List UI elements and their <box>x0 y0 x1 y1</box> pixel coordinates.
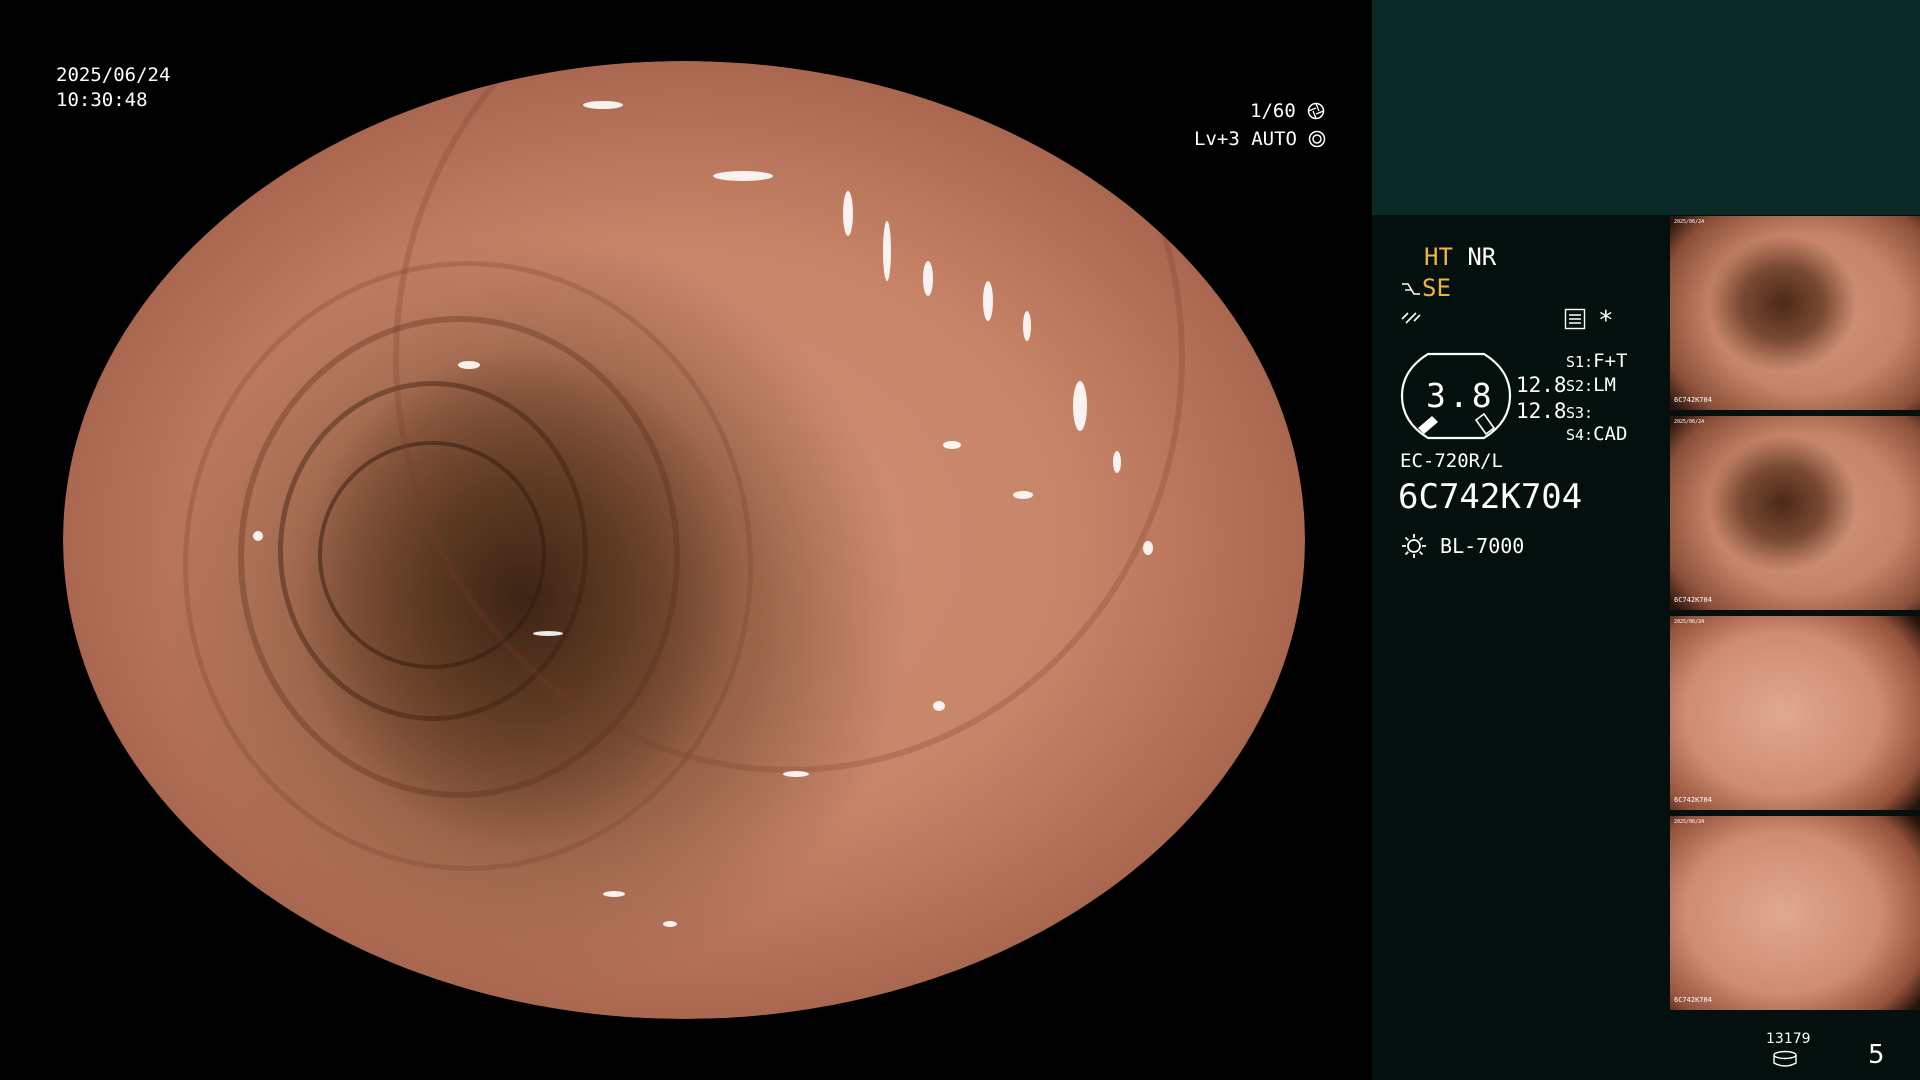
disk-icon <box>1773 1050 1797 1067</box>
thumbnail-serial: 6C742K704 <box>1674 396 1712 404</box>
shutter-value: 1/60 <box>1250 100 1296 122</box>
light-source-row: BL-7000 <box>1400 532 1524 560</box>
specular-highlight <box>458 361 480 369</box>
specular-highlight <box>253 531 263 541</box>
specular-highlight <box>1113 451 1121 473</box>
scope-model: EC-720R/L <box>1400 450 1503 472</box>
specular-highlight <box>1143 541 1153 555</box>
edge-enhance-icon <box>1402 283 1420 295</box>
specular-highlight <box>603 891 625 897</box>
specular-highlight <box>923 261 933 296</box>
thumbnail-date: 2025/06/24 <box>1674 219 1705 225</box>
light-source-icon <box>1402 534 1426 558</box>
thumbnail-serial: 6C742K704 <box>1674 796 1712 804</box>
specular-highlight <box>463 81 477 87</box>
thumbnail-date: 2025/06/24 <box>1674 419 1705 425</box>
specular-highlight <box>983 281 993 321</box>
specular-highlight <box>1013 491 1033 499</box>
specular-highlight <box>583 101 623 109</box>
se-row: SE <box>1400 274 1451 302</box>
switch-key: S4: <box>1566 426 1594 444</box>
ht-indicator: HT <box>1424 243 1453 271</box>
thumbnail-date: 2025/06/24 <box>1674 819 1705 825</box>
star-indicator: * <box>1598 306 1614 336</box>
captured-thumbnail[interactable]: 2025/06/24 6C742K704 <box>1670 616 1920 810</box>
specular-highlight <box>883 221 891 281</box>
color-mode-icon <box>1401 312 1421 324</box>
switch-s2: S2:LM <box>1566 374 1616 396</box>
specular-highlight <box>713 171 773 181</box>
switch-s3: S3: <box>1566 401 1593 423</box>
thumbnail-date: 2025/06/24 <box>1674 619 1705 625</box>
auto-iris-icon <box>1309 130 1326 148</box>
captured-thumbnail[interactable]: 2025/06/24 6C742K704 <box>1670 216 1920 410</box>
endoscope-view: 2025/06/24 10:30:48 1/60 Lv+3 AUTO <box>0 0 1372 1080</box>
switch-key: S3: <box>1566 404 1594 422</box>
switch-key: S1: <box>1566 353 1594 371</box>
capture-count: 5 <box>1868 1040 1885 1070</box>
specular-highlight <box>943 441 961 449</box>
exposure-level: Lv+3 <box>1194 128 1240 150</box>
ht-nr-row: HT NR <box>1424 243 1496 271</box>
specular-highlight <box>663 921 677 927</box>
thumbnail-serial: 6C742K704 <box>1674 996 1712 1004</box>
light-source-label: BL-7000 <box>1440 534 1525 558</box>
shutter-label: 1/60 <box>1250 99 1325 124</box>
specular-highlight <box>1023 311 1031 341</box>
gauge-value-top: 12.8 <box>1516 373 1567 397</box>
switch-value: F+T <box>1593 350 1628 372</box>
captured-thumbnail[interactable]: 2025/06/24 6C742K704 <box>1670 416 1920 610</box>
date-label: 2025/06/24 <box>56 64 171 86</box>
nr-indicator: NR <box>1467 243 1497 271</box>
specular-highlight <box>783 771 809 777</box>
gauge-value-bottom: 12.8 <box>1516 399 1567 423</box>
status-sidebar: HT NR SE * 3.8 12.8 12.8 S1:F+T S2:LM S3… <box>1372 0 1920 1080</box>
switch-value: LM <box>1593 374 1616 396</box>
switch-s1: S1:F+T <box>1566 350 1627 372</box>
aperture-icon <box>1307 102 1325 120</box>
exposure-label: Lv+3 AUTO <box>1194 127 1326 152</box>
thumbnail-serial: 6C742K704 <box>1674 596 1712 604</box>
specular-highlight <box>933 701 945 711</box>
gauge-value: 3.8 <box>1426 376 1495 415</box>
menu-icon <box>1564 308 1586 330</box>
scope-serial: 6C742K704 <box>1398 477 1583 517</box>
specular-highlight <box>1073 381 1087 431</box>
endoscope-image <box>63 61 1305 1019</box>
storage-count: 13179 <box>1766 1031 1811 1047</box>
specular-highlight <box>533 631 563 636</box>
specular-highlight <box>843 191 853 236</box>
se-indicator: SE <box>1422 274 1451 302</box>
captured-thumbnail[interactable]: 2025/06/24 6C742K704 <box>1670 816 1920 1010</box>
switch-s4: S4:CAD <box>1566 423 1627 445</box>
time-label: 10:30:48 <box>56 89 148 111</box>
switch-value: CAD <box>1593 423 1628 445</box>
exposure-mode: AUTO <box>1251 128 1297 150</box>
sidebar-header-panel <box>1372 0 1920 215</box>
switch-key: S2: <box>1566 377 1594 395</box>
